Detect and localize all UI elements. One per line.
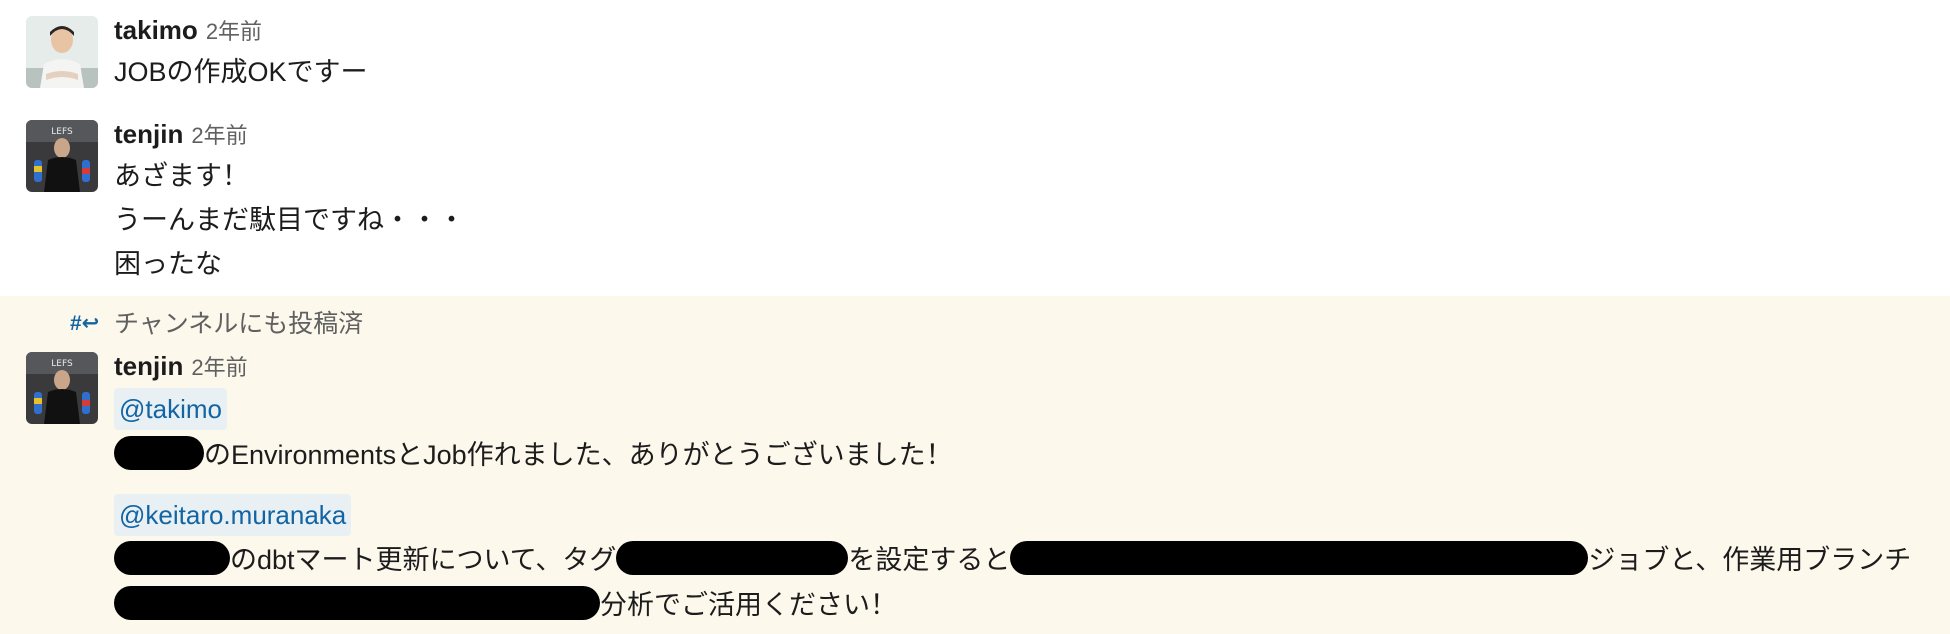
user-mention-takimo[interactable]: @takimo (114, 388, 227, 430)
message-text: のdbtマート更新について、タグ (230, 545, 617, 575)
redacted-block (1010, 541, 1589, 575)
avatar-tenjin[interactable]: LEFS (26, 120, 98, 192)
message-header: tenjin 2年前 (114, 119, 248, 149)
message-text: のEnvironmentsとJob作れました、ありがとうございました！ (204, 440, 953, 470)
user-mention-keitaro[interactable]: @keitaro.muranaka (114, 494, 352, 536)
message-text: ジョブと、作業用ブランチ (1588, 545, 1912, 575)
message-text-line: のEnvironmentsとJob作れました、ありがとうございました！ (114, 435, 953, 475)
svg-text:LEFS: LEFS (51, 359, 73, 369)
message-tenjin-reply: LEFS tenjin 2年前 @takimo のEnvironmentsとJob… (0, 344, 1950, 634)
message-text: 分析でご活用ください！ (600, 590, 897, 620)
message-text-line: 分析でご活用ください！ (114, 585, 897, 625)
timestamp[interactable]: 2年前 (206, 19, 262, 44)
redacted-block (114, 586, 600, 620)
avatar-takimo[interactable] (26, 16, 98, 88)
message-header: takimo 2年前 (114, 15, 262, 45)
user-photo-icon (26, 16, 98, 88)
message-text: JOBの作成OKですー (114, 57, 368, 87)
mention-line: @takimo (114, 388, 227, 432)
thread-notice-text[interactable]: チャンネルにも投稿済 (114, 308, 363, 340)
message-text: あざます！ (114, 161, 249, 191)
username[interactable]: tenjin (114, 351, 183, 381)
svg-text:LEFS: LEFS (51, 127, 73, 137)
mention-line: @keitaro.muranaka (114, 494, 352, 538)
timestamp[interactable]: 2年前 (191, 355, 247, 380)
message-text: を設定すると (848, 545, 1011, 575)
channel-reply-icon: #↩ (70, 312, 100, 335)
redacted-block (114, 436, 204, 470)
redacted-block (616, 541, 849, 575)
message-text-line: のdbtマート更新について、タグ を設定すると ジョブと、作業用ブランチ (114, 540, 1911, 580)
message-text: 困ったな (114, 249, 222, 279)
user-photo-icon: LEFS (26, 352, 98, 424)
username[interactable]: takimo (114, 15, 198, 45)
message-header: tenjin 2年前 (114, 351, 248, 381)
redacted-block (114, 541, 230, 575)
timestamp[interactable]: 2年前 (191, 123, 247, 148)
thread-broadcast-notice: #↩ チャンネルにも投稿済 (0, 304, 1950, 344)
avatar-tenjin[interactable]: LEFS (26, 352, 98, 424)
username[interactable]: tenjin (114, 119, 183, 149)
user-photo-icon: LEFS (26, 120, 98, 192)
message-tenjin: LEFS tenjin 2年前 あざます！ うーんまだ駄目ですね・・・ 困ったな (0, 100, 1950, 296)
message-text: うーんまだ駄目ですね・・・ (114, 205, 465, 235)
message-takimo: takimo 2年前 JOBの作成OKですー (0, 0, 1950, 100)
